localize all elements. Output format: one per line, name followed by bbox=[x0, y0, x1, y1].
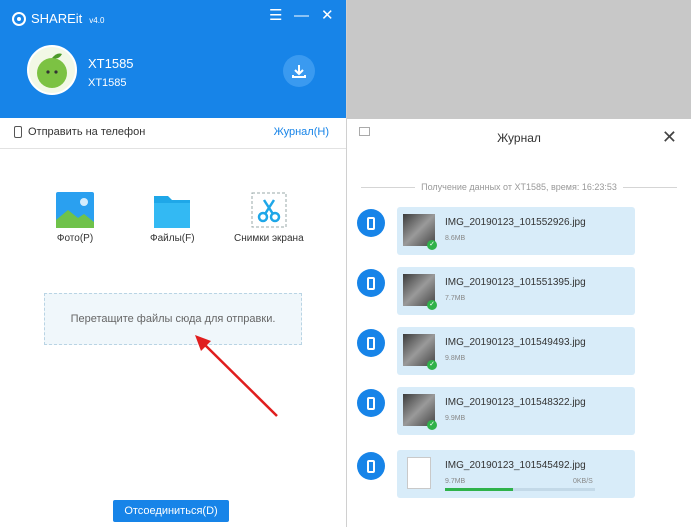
disconnect-button[interactable]: Отсоединиться(D) bbox=[113, 500, 229, 522]
file-size: 9.9MB bbox=[445, 415, 466, 422]
journal-close-icon[interactable]: ✕ bbox=[662, 127, 677, 148]
file-size: 9.8MB bbox=[445, 355, 466, 362]
file-name: IMG_20190123_101549493.jpg bbox=[445, 337, 586, 348]
file-size: 9.7MB bbox=[445, 478, 466, 485]
phone-icon bbox=[357, 452, 385, 480]
progress-fill bbox=[445, 488, 513, 491]
file-name: IMG_20190123_101552926.jpg bbox=[445, 217, 586, 228]
receive-header-text: Получение данных от XT1585, время: 16:23… bbox=[421, 182, 617, 192]
send-panel: SHAREit v4.0 ☰ — ✕ XT1585 XT1585 Отправи… bbox=[0, 0, 347, 527]
file-size: 8.6MB bbox=[445, 235, 466, 242]
file-bubble[interactable]: ✓ IMG_20190123_101551395.jpg 7.7MB bbox=[397, 267, 635, 315]
file-bubble[interactable]: ✓ IMG_20190123_101552926.jpg 8.6MB bbox=[397, 207, 635, 255]
list-item[interactable]: ✓ IMG_20190123_101549493.jpg 9.8MB bbox=[357, 327, 637, 377]
progress-bar bbox=[445, 488, 595, 491]
journal-panel: Журнал ✕ Получение данных от XT1585, вре… bbox=[347, 119, 691, 527]
receive-header: Получение данных от XT1585, время: 16:23… bbox=[361, 182, 678, 192]
check-icon: ✓ bbox=[427, 300, 437, 310]
phone-icon bbox=[357, 329, 385, 357]
file-bubble[interactable]: ✓ IMG_20190123_101549493.jpg 9.8MB bbox=[397, 327, 635, 375]
check-icon: ✓ bbox=[427, 360, 437, 370]
check-icon: ✓ bbox=[427, 420, 437, 430]
document-thumbnail bbox=[407, 457, 431, 489]
list-item[interactable]: ✓ IMG_20190123_101552926.jpg 8.6MB bbox=[357, 207, 637, 257]
list-item[interactable]: ✓ IMG_20190123_101548322.jpg 9.9MB bbox=[357, 387, 637, 437]
transfer-speed: 0KB/S bbox=[573, 478, 593, 485]
check-icon: ✓ bbox=[427, 240, 437, 250]
file-bubble[interactable]: ✓ IMG_20190123_101548322.jpg 9.9MB bbox=[397, 387, 635, 435]
list-item[interactable]: ✓ IMG_20190123_101551395.jpg 7.7MB bbox=[357, 267, 637, 317]
red-arrow-annotation bbox=[195, 335, 278, 417]
file-name: IMG_20190123_101548322.jpg bbox=[445, 397, 586, 408]
phone-icon bbox=[357, 389, 385, 417]
phone-icon bbox=[357, 209, 385, 237]
list-item[interactable]: IMG_20190123_101545492.jpg 9.7MB 0KB/S bbox=[357, 450, 637, 500]
file-size: 7.7MB bbox=[445, 295, 466, 302]
file-bubble[interactable]: IMG_20190123_101545492.jpg 9.7MB 0KB/S bbox=[397, 450, 635, 498]
file-name: IMG_20190123_101551395.jpg bbox=[445, 277, 586, 288]
background-area bbox=[347, 0, 691, 119]
file-name: IMG_20190123_101545492.jpg bbox=[445, 460, 586, 471]
journal-title: Журнал bbox=[497, 131, 541, 145]
phone-icon bbox=[357, 269, 385, 297]
